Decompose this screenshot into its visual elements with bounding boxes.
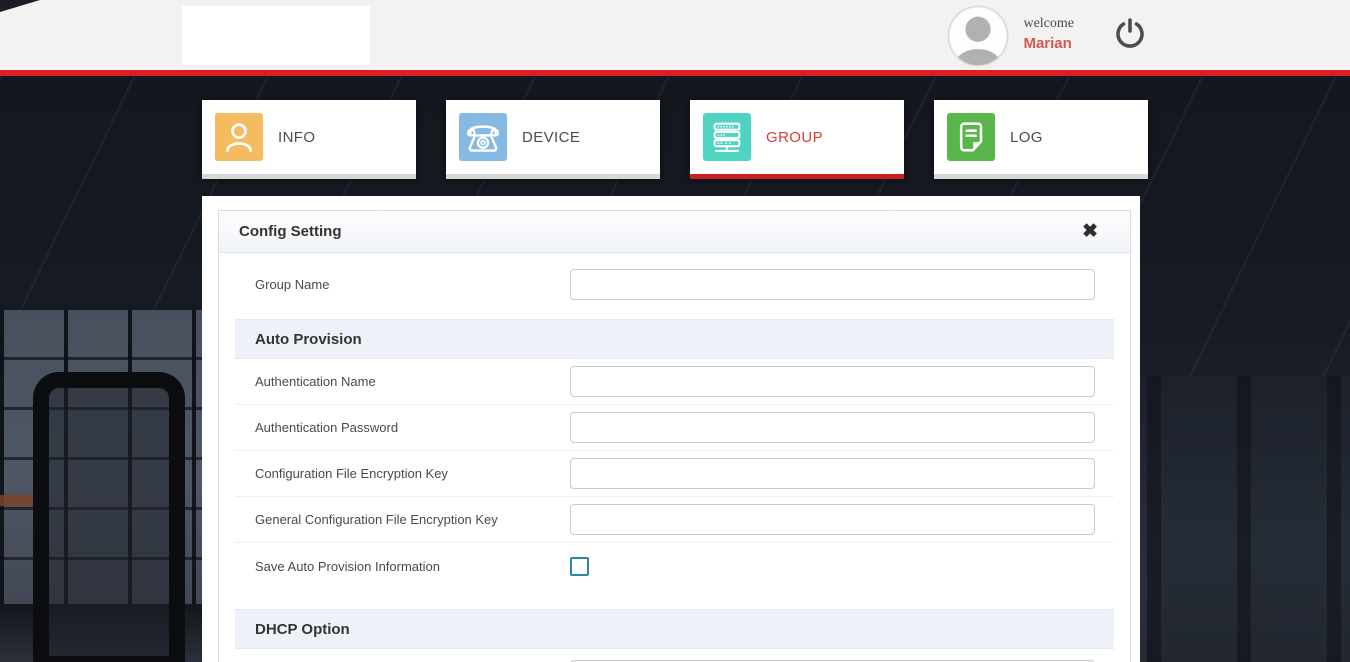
general-encryption-key-input[interactable] <box>570 504 1095 535</box>
server-icon <box>703 113 751 161</box>
background-right-structures <box>1147 376 1350 662</box>
tab-group[interactable]: GROUP <box>690 100 904 179</box>
form-row-config-encryption-key: Configuration File Encryption Key <box>235 451 1114 497</box>
dialog-title: Config Setting <box>239 223 341 240</box>
log-icon <box>947 113 995 161</box>
background-office-chair <box>33 372 185 662</box>
tab-underline <box>934 174 1148 179</box>
tab-log[interactable]: LOG <box>934 100 1148 179</box>
logout-button[interactable] <box>1110 15 1150 55</box>
tab-underline <box>446 174 660 179</box>
auto-provision-title: Auto Provision <box>255 331 362 348</box>
section-auto-provision: Auto Provision <box>235 319 1114 359</box>
section-spacer <box>235 589 1114 609</box>
dhcp-option-title: DHCP Option <box>255 621 350 638</box>
content-panel: Config Setting ✖ Group Name Auto Provisi… <box>202 196 1140 662</box>
close-icon[interactable]: ✖ <box>1082 222 1098 241</box>
tab-log-label: LOG <box>1010 129 1043 146</box>
group-name-label: Group Name <box>235 277 570 292</box>
user-avatar-icon <box>947 5 1009 67</box>
app-header: welcome Marian <box>0 0 1350 76</box>
save-auto-provision-checkbox[interactable] <box>570 557 589 576</box>
welcome-block: welcome Marian <box>1023 15 1074 54</box>
header-user-area: welcome Marian <box>947 0 1150 70</box>
corner-decoration <box>0 0 40 12</box>
group-name-input[interactable] <box>570 269 1095 300</box>
tab-device-label: DEVICE <box>522 129 580 146</box>
logo-placeholder <box>182 6 370 65</box>
tab-underline <box>202 174 416 179</box>
auth-name-input[interactable] <box>570 366 1095 397</box>
tab-info-label: INFO <box>278 129 315 146</box>
config-setting-dialog: Config Setting ✖ Group Name Auto Provisi… <box>218 210 1131 662</box>
config-dialog-header: Config Setting ✖ <box>219 211 1130 253</box>
phone-icon <box>459 113 507 161</box>
form-row-auth-password: Authentication Password <box>235 405 1114 451</box>
auth-password-label: Authentication Password <box>235 420 570 435</box>
tab-info[interactable]: INFO <box>202 100 416 179</box>
config-encryption-key-label: Configuration File Encryption Key <box>235 466 570 481</box>
form-row-auth-name: Authentication Name <box>235 359 1114 405</box>
form-row-dhcp-first <box>235 649 1114 662</box>
auth-password-input[interactable] <box>570 412 1095 443</box>
tab-device[interactable]: DEVICE <box>446 100 660 179</box>
power-icon <box>1112 16 1148 52</box>
form-row-group-name: Group Name <box>235 253 1114 315</box>
form-row-save-auto-provision: Save Auto Provision Information <box>235 543 1114 589</box>
config-encryption-key-input[interactable] <box>570 458 1095 489</box>
general-encryption-key-label: General Configuration File Encryption Ke… <box>235 512 570 527</box>
form-row-general-encryption-key: General Configuration File Encryption Ke… <box>235 497 1114 543</box>
user-icon <box>215 113 263 161</box>
config-dialog-body: Group Name Auto Provision Authentication… <box>219 253 1130 662</box>
username-label: Marian <box>1023 34 1074 54</box>
tab-group-label: GROUP <box>766 129 823 146</box>
save-auto-provision-label: Save Auto Provision Information <box>235 559 570 574</box>
tab-active-underline <box>690 174 904 179</box>
auth-name-label: Authentication Name <box>235 374 570 389</box>
section-dhcp-option: DHCP Option <box>235 609 1114 649</box>
welcome-label: welcome <box>1023 15 1074 34</box>
main-tabs: INFO DEVICE <box>202 100 1148 179</box>
